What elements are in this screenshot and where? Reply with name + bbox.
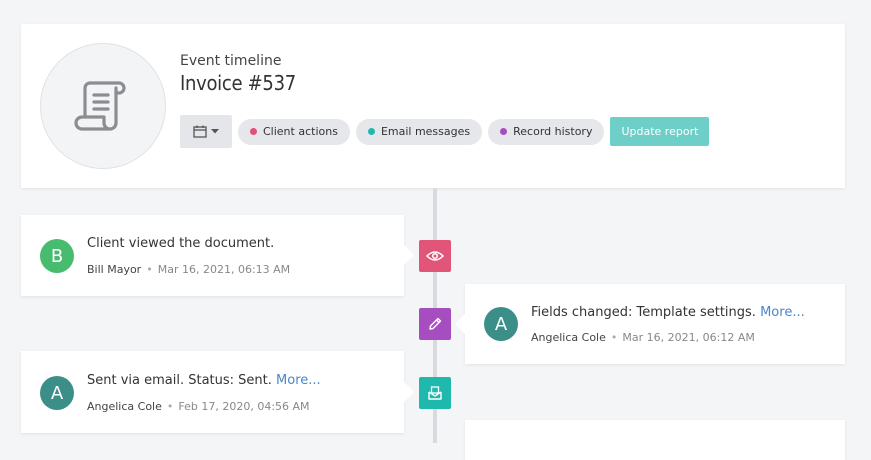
email-messages-dot	[367, 128, 375, 135]
email-message-marker	[419, 377, 451, 409]
document-avatar	[40, 43, 166, 169]
event-time: Feb 17, 2020, 04:56 AM	[178, 400, 310, 413]
pencil-icon	[429, 317, 442, 330]
event-meta: Angelica Cole • Feb 17, 2020, 04:56 AM	[87, 400, 310, 413]
event-author: Bill Mayor	[87, 263, 142, 276]
event-title: Sent via email. Status: Sent. More...	[87, 373, 321, 388]
eye-icon	[426, 251, 444, 261]
event-meta: Bill Mayor • Mar 16, 2021, 06:13 AM	[87, 263, 290, 276]
date-range-button[interactable]	[180, 115, 232, 148]
meta-separator: •	[166, 400, 174, 413]
timeline-event-card: A Sent via email. Status: Sent. More... …	[21, 351, 414, 433]
event-title: Fields changed: Template settings. More.…	[531, 305, 805, 320]
client-action-marker	[419, 240, 451, 272]
filter-bar: Client actions Email messages Record his…	[180, 115, 710, 148]
card-pointer	[455, 314, 465, 334]
filter-client-actions[interactable]: Client actions	[238, 118, 350, 145]
record-history-marker	[419, 308, 451, 340]
event-time: Mar 16, 2021, 06:12 AM	[622, 331, 755, 344]
card-pointer	[404, 245, 414, 265]
timeline-event-card-partial	[465, 420, 845, 460]
avatar: A	[484, 307, 518, 341]
calendar-icon	[193, 125, 207, 138]
meta-separator: •	[146, 263, 153, 276]
timeline-event-card: B Client viewed the document. Bill Mayor…	[21, 215, 414, 296]
scroll-document-icon	[74, 81, 126, 131]
avatar: A	[40, 376, 74, 410]
event-meta: Angelica Cole • Mar 16, 2021, 06:12 AM	[531, 331, 755, 344]
timeline-event-card: A Fields changed: Template settings. Mor…	[455, 284, 845, 364]
filter-label: Client actions	[263, 125, 338, 138]
event-author: Angelica Cole	[87, 400, 162, 413]
event-title-text: Client viewed the document.	[87, 236, 275, 251]
email-icon	[428, 386, 442, 400]
filter-email-messages[interactable]: Email messages	[355, 118, 483, 145]
more-link[interactable]: More...	[276, 373, 321, 388]
event-author: Angelica Cole	[531, 331, 606, 344]
client-actions-dot	[250, 128, 257, 135]
header-card: Event timeline Invoice #537 Client actio…	[21, 24, 845, 188]
filter-record-history[interactable]: Record history	[488, 118, 605, 145]
page-title: Invoice #537	[180, 71, 296, 95]
event-title: Client viewed the document.	[87, 236, 274, 251]
filter-label: Email messages	[380, 125, 471, 138]
timeline-subtitle: Event timeline	[180, 53, 282, 69]
avatar: B	[40, 239, 74, 273]
record-history-dot	[500, 128, 508, 135]
event-time: Mar 16, 2021, 06:13 AM	[157, 263, 291, 276]
event-title-text: Sent via email. Status: Sent.	[87, 373, 272, 388]
meta-separator: •	[610, 331, 618, 344]
filter-label: Record history	[513, 125, 593, 138]
event-title-text: Fields changed: Template settings.	[531, 305, 756, 320]
update-report-button[interactable]: Update report	[610, 117, 710, 146]
card-pointer	[404, 382, 414, 402]
more-link[interactable]: More...	[760, 305, 805, 320]
chevron-down-icon	[211, 129, 219, 134]
